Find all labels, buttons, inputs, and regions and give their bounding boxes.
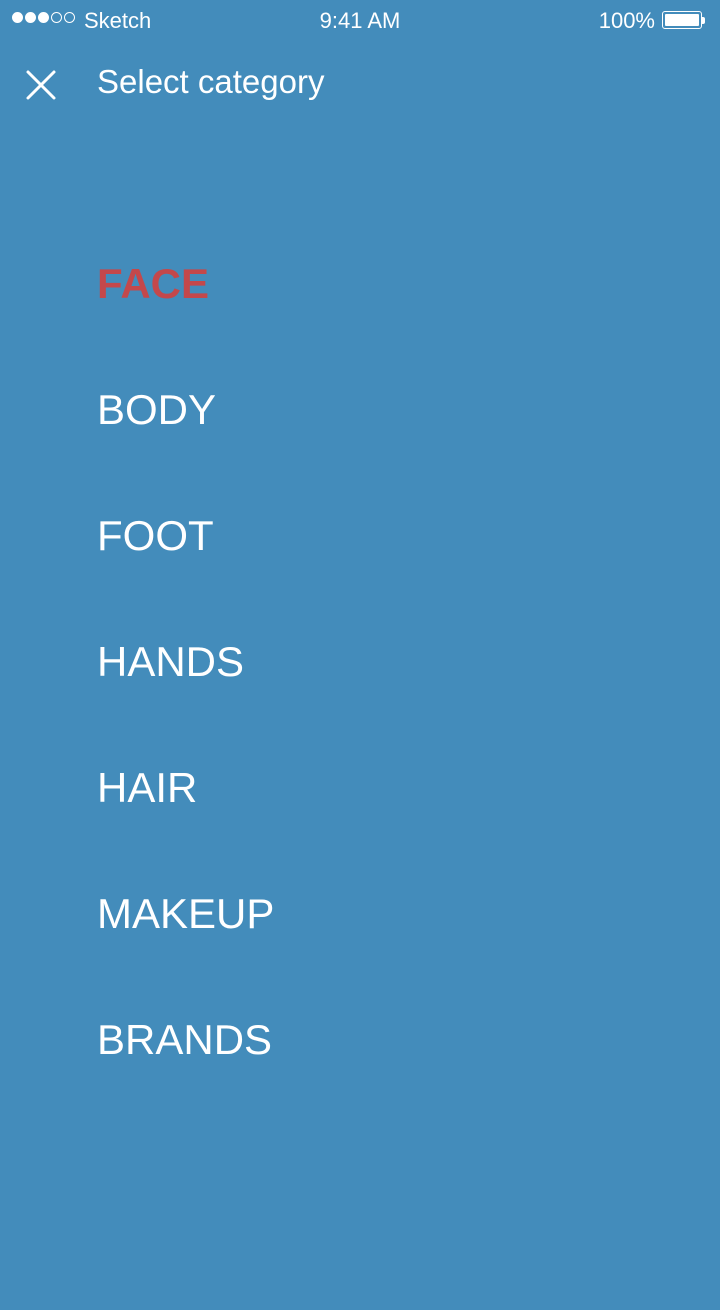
category-item-hands[interactable]: HANDS	[97, 635, 274, 761]
category-item-body[interactable]: BODY	[97, 383, 274, 509]
close-icon	[26, 70, 56, 100]
category-item-foot[interactable]: FOOT	[97, 509, 274, 635]
category-item-makeup[interactable]: MAKEUP	[97, 887, 274, 1013]
page-title: Select category	[97, 63, 325, 100]
battery-icon	[662, 11, 705, 31]
category-item-brands[interactable]: BRANDS	[97, 1013, 274, 1139]
close-button[interactable]	[24, 68, 58, 102]
status-bar: Sketch 9:41 AM 100%	[0, 0, 720, 42]
category-item-face[interactable]: FACE	[97, 257, 274, 383]
category-item-hair[interactable]: HAIR	[97, 761, 274, 887]
battery-percentage: 100%	[598, 8, 655, 33]
category-list: FACE BODY FOOT HANDS HAIR MAKEUP BRANDS	[97, 257, 274, 1139]
